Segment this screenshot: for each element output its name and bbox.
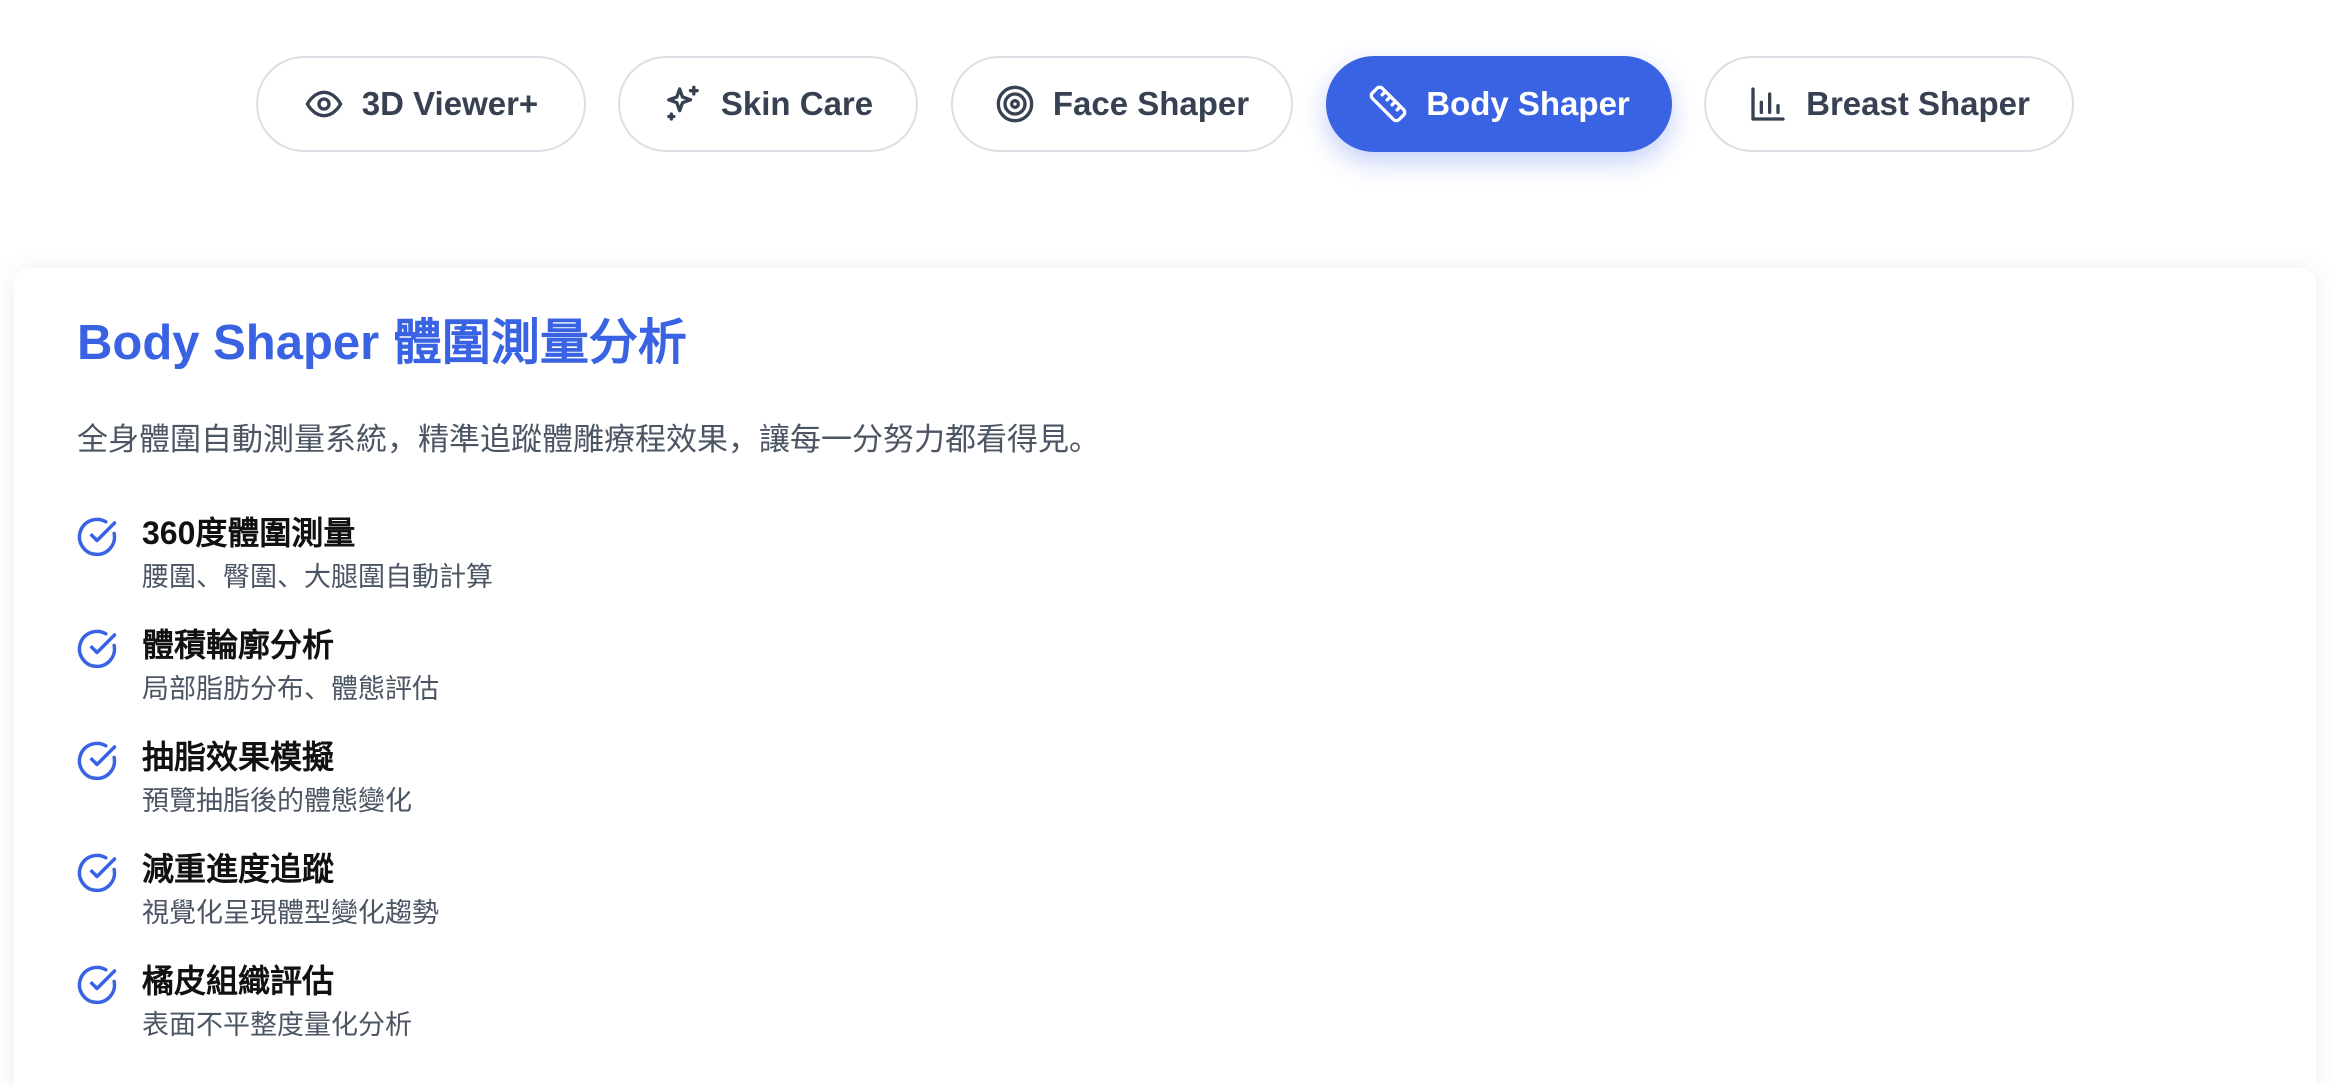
- tab-body-shaper[interactable]: Body Shaper: [1326, 56, 1672, 152]
- bar-chart-icon: [1748, 84, 1788, 124]
- feature-panel: Body Shaper 體圍測量分析 全身體圍自動測量系統，精準追蹤體雕療程效果…: [14, 268, 2316, 1084]
- page: 3D Viewer+ Skin Care Face Shaper Body Sh…: [0, 0, 2332, 1084]
- panel-title: Body Shaper 體圍測量分析: [77, 316, 687, 370]
- tab-3d-viewer[interactable]: 3D Viewer+: [256, 56, 586, 152]
- tab-label: Face Shaper: [1052, 85, 1250, 122]
- feature-item: 減重進度追蹤 視覺化呈現體型變化趨勢: [76, 848, 493, 960]
- feature-item: 體積輪廓分析 局部脂肪分布、體態評估: [76, 624, 493, 736]
- check-circle-icon: [76, 852, 118, 894]
- feature-subtitle: 視覺化呈現體型變化趨勢: [142, 898, 439, 928]
- feature-item: 抽脂效果模擬 預覽抽脂後的體態變化: [76, 736, 493, 848]
- target-icon: [995, 84, 1035, 124]
- feature-title: 橘皮組織評估: [142, 963, 335, 999]
- check-circle-icon: [76, 740, 118, 782]
- tab-label: Skin Care: [720, 85, 874, 122]
- feature-title: 體積輪廓分析: [142, 627, 335, 663]
- check-circle-icon: [76, 964, 118, 1006]
- feature-subtitle: 表面不平整度量化分析: [142, 1010, 412, 1040]
- feature-subtitle: 腰圍、臀圍、大腿圍自動計算: [142, 562, 493, 592]
- feature-item: 橘皮組織評估 表面不平整度量化分析: [76, 960, 493, 1072]
- tab-skin-care[interactable]: Skin Care: [618, 56, 918, 152]
- check-circle-icon: [76, 628, 118, 670]
- panel-description: 全身體圍自動測量系統，精準追蹤體雕療程效果，讓每一分努力都看得見。: [77, 422, 1100, 457]
- ruler-icon: [1368, 84, 1408, 124]
- tab-label: Body Shaper: [1426, 85, 1630, 122]
- sparkles-icon: [663, 84, 703, 124]
- check-circle-icon: [76, 516, 118, 558]
- eye-icon: [304, 84, 344, 124]
- feature-title: 360度體圍測量: [142, 515, 356, 551]
- tab-label: Breast Shaper: [1806, 85, 2030, 122]
- feature-title: 抽脂效果模擬: [142, 739, 335, 775]
- tab-breast-shaper[interactable]: Breast Shaper: [1704, 56, 2074, 152]
- feature-title: 減重進度追蹤: [142, 851, 335, 887]
- tab-face-shaper[interactable]: Face Shaper: [951, 56, 1293, 152]
- feature-tabs: 3D Viewer+ Skin Care Face Shaper Body Sh…: [0, 56, 2332, 156]
- feature-list: 360度體圍測量 腰圍、臀圍、大腿圍自動計算 體積輪廓分析 局部脂肪分布、體態評…: [76, 512, 493, 1072]
- feature-subtitle: 局部脂肪分布、體態評估: [142, 674, 439, 704]
- feature-subtitle: 預覽抽脂後的體態變化: [142, 786, 412, 816]
- feature-item: 360度體圍測量 腰圍、臀圍、大腿圍自動計算: [76, 512, 493, 624]
- tab-label: 3D Viewer+: [361, 85, 539, 122]
